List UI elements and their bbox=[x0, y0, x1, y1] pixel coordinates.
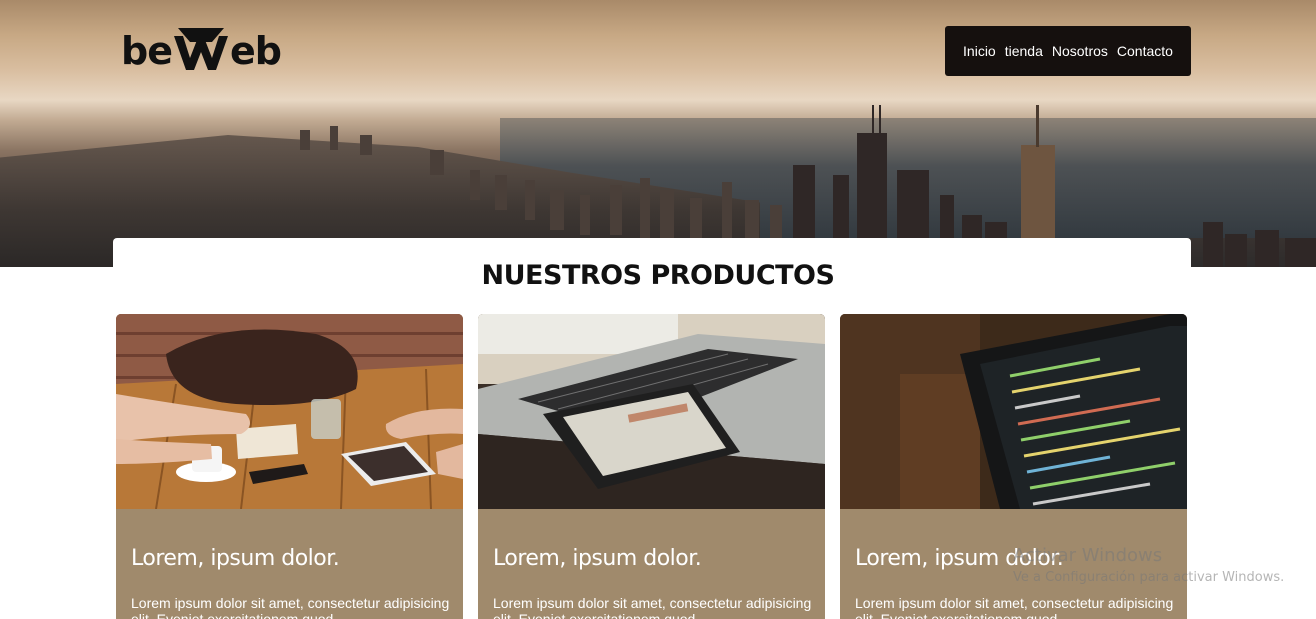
product-card[interactable]: Lorem, ipsum dolor. Lorem ipsum dolor si… bbox=[478, 314, 825, 619]
nav-item-nosotros[interactable]: Nosotros bbox=[1052, 43, 1108, 59]
nav-item-tienda[interactable]: tienda bbox=[1005, 43, 1043, 59]
logo-w-mark-icon bbox=[173, 28, 228, 70]
watermark-title: Activar Windows bbox=[1013, 545, 1163, 566]
product-card[interactable]: Lorem, ipsum dolor. Lorem ipsum dolor si… bbox=[116, 314, 463, 619]
product-title: Lorem, ipsum dolor. bbox=[493, 546, 702, 571]
meeting-table-photo bbox=[116, 314, 463, 510]
logo-text-right: eb bbox=[229, 29, 282, 73]
windows-activation-watermark: Activar Windows Ve a Configuración para … bbox=[1013, 545, 1284, 585]
product-description: Lorem ipsum dolor sit amet, consectetur … bbox=[131, 595, 450, 619]
product-title: Lorem, ipsum dolor. bbox=[131, 546, 340, 571]
product-description: Lorem ipsum dolor sit amet, consectetur … bbox=[855, 595, 1174, 619]
main-nav: Inicio tienda Nosotros Contacto bbox=[945, 26, 1191, 76]
nav-item-inicio[interactable]: Inicio bbox=[963, 43, 996, 59]
code-laptop-photo bbox=[840, 314, 1187, 509]
site-logo[interactable]: be eb bbox=[121, 26, 282, 76]
logo-text-left: be bbox=[121, 29, 173, 73]
watermark-subtitle: Ve a Configuración para activar Windows. bbox=[1013, 570, 1285, 585]
product-description: Lorem ipsum dolor sit amet, consectetur … bbox=[493, 595, 812, 619]
phone-laptop-photo bbox=[478, 314, 825, 509]
hero-header: be eb Inicio tienda Nosotros Contacto bbox=[0, 0, 1316, 267]
section-title: NUESTROS PRODUCTOS bbox=[481, 260, 835, 291]
nav-item-contacto[interactable]: Contacto bbox=[1117, 43, 1173, 59]
